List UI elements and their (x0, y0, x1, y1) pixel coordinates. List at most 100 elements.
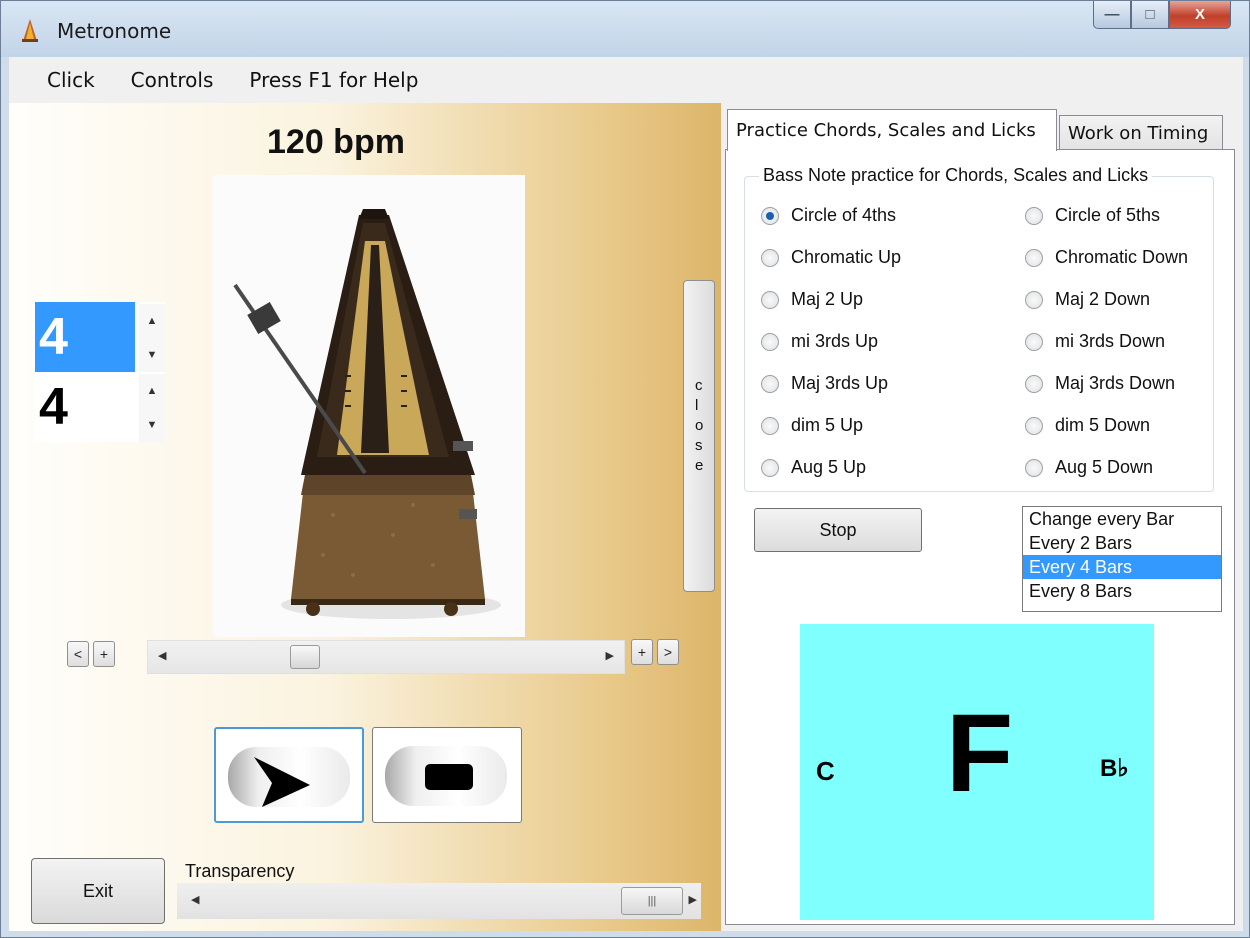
metronome-app-icon (22, 19, 38, 42)
stop-playback-button[interactable] (372, 727, 522, 823)
radio-label: Maj 3rds Up (791, 373, 889, 393)
current-chord: F (946, 692, 1014, 815)
bass-note-practice-group: Bass Note practice for Chords, Scales an… (744, 165, 1214, 492)
metronome-image (213, 175, 525, 637)
transparency-slider-thumb[interactable]: ||| (621, 887, 683, 915)
radio-label: mi 3rds Up (791, 331, 879, 351)
tempo-increase-button[interactable]: > (657, 639, 679, 665)
radio-label: Chromatic Up (791, 247, 902, 267)
tempo-fine-plus-right-button[interactable]: + (631, 639, 653, 665)
close-window-button[interactable]: X (1169, 1, 1231, 29)
radio-icon (761, 374, 779, 393)
radio-icon (1025, 332, 1043, 351)
tempo-decrease-button[interactable]: < (67, 641, 89, 667)
radio-circle-of-4ths[interactable]: Circle of 4ths (761, 205, 896, 226)
title-bar[interactable]: Metronome — □ X (1, 1, 1249, 57)
change-frequency-listbox[interactable]: Change every Bar Every 2 Bars Every 4 Ba… (1022, 506, 1222, 612)
radio-mi-3rds-up[interactable]: mi 3rds Up (761, 331, 878, 352)
radio-maj-3rds-down[interactable]: Maj 3rds Down (1025, 373, 1175, 394)
close-letter-o: o (695, 417, 704, 434)
radio-icon (1025, 290, 1043, 309)
practice-panel: Practice Chords, Scales and Licks Work o… (721, 103, 1243, 931)
menu-help[interactable]: Press F1 for Help (249, 68, 418, 92)
tab-work-on-timing[interactable]: Work on Timing (1059, 115, 1223, 151)
chord-display: C F B♭ (800, 624, 1154, 920)
radio-label: Aug 5 Up (791, 457, 867, 477)
unit-up-arrow-icon[interactable]: ▲ (139, 374, 165, 408)
minimize-button[interactable]: — (1093, 1, 1131, 29)
radio-icon (761, 290, 779, 309)
radio-icon (1025, 248, 1043, 267)
practice-stop-button[interactable]: Stop (754, 508, 922, 552)
radio-aug-5-up[interactable]: Aug 5 Up (761, 457, 866, 478)
radio-aug-5-down[interactable]: Aug 5 Down (1025, 457, 1153, 478)
beats-per-bar-value[interactable]: 4 (35, 302, 135, 372)
radio-chromatic-up[interactable]: Chromatic Up (761, 247, 901, 268)
radio-maj-2-up[interactable]: Maj 2 Up (761, 289, 863, 310)
window-title: Metronome (57, 19, 172, 43)
transparency-label: Transparency (185, 861, 295, 881)
tempo-slider[interactable]: ◀ ▶ (147, 640, 625, 674)
radio-label: dim 5 Down (1055, 415, 1151, 435)
transparency-right-arrow-icon[interactable]: ▶ (689, 893, 697, 906)
radio-selected-icon (761, 206, 779, 225)
transparency-slider[interactable]: ◀ ||| ▶ (177, 883, 701, 919)
radio-icon (761, 248, 779, 267)
menu-click[interactable]: Click (47, 68, 95, 92)
radio-maj-2-down[interactable]: Maj 2 Down (1025, 289, 1150, 310)
exit-button[interactable]: Exit (31, 858, 165, 924)
metronome-panel: 120 bpm 4 4 ▲ ▼ ▲ ▼ c l o s e < + ◀ ▶ + … (9, 103, 721, 931)
radio-icon (1025, 458, 1043, 477)
radio-icon (1025, 374, 1043, 393)
stop-icon (425, 764, 473, 790)
radio-dim-5-down[interactable]: dim 5 Down (1025, 415, 1150, 436)
transparency-left-arrow-icon[interactable]: ◀ (191, 893, 199, 906)
radio-dim-5-up[interactable]: dim 5 Up (761, 415, 863, 436)
radio-icon (761, 458, 779, 477)
scroll-right-arrow-icon[interactable]: ▶ (606, 649, 614, 662)
close-letter-l: l (695, 397, 699, 414)
radio-mi-3rds-down[interactable]: mi 3rds Down (1025, 331, 1165, 352)
list-item[interactable]: Change every Bar (1023, 507, 1221, 531)
metronome-window: Metronome — □ X Click Controls Press F1 … (0, 0, 1250, 938)
radio-icon (761, 416, 779, 435)
beats-up-arrow-icon[interactable]: ▲ (139, 304, 165, 338)
radio-label: Chromatic Down (1055, 247, 1189, 267)
tempo-slider-thumb[interactable] (290, 645, 320, 669)
radio-label: Circle of 4ths (791, 205, 897, 225)
radio-label: mi 3rds Down (1055, 331, 1166, 351)
close-letter-s: s (695, 437, 703, 454)
radio-icon (1025, 206, 1043, 225)
menu-bar: Click Controls Press F1 for Help (9, 57, 1243, 103)
list-item-selected[interactable]: Every 4 Bars (1023, 555, 1221, 579)
close-letter-c: c (695, 377, 703, 394)
scroll-left-arrow-icon[interactable]: ◀ (158, 649, 166, 662)
tab-content: Bass Note practice for Chords, Scales an… (725, 149, 1235, 925)
window-controls: — □ X (1093, 1, 1231, 31)
radio-icon (761, 332, 779, 351)
radio-circle-of-5ths[interactable]: Circle of 5ths (1025, 205, 1160, 226)
radio-maj-3rds-up[interactable]: Maj 3rds Up (761, 373, 888, 394)
tab-practice-chords[interactable]: Practice Chords, Scales and Licks (727, 109, 1057, 151)
unit-down-arrow-icon[interactable]: ▼ (139, 408, 165, 442)
play-icon (254, 757, 310, 807)
close-panel-button[interactable]: c l o s e (683, 280, 715, 592)
radio-label: Circle of 5ths (1055, 205, 1161, 225)
list-item[interactable]: Every 8 Bars (1023, 579, 1221, 603)
previous-chord: C (816, 756, 835, 786)
radio-label: dim 5 Up (791, 415, 864, 435)
maximize-button[interactable]: □ (1131, 1, 1169, 29)
radio-label: Maj 2 Up (791, 289, 864, 309)
bpm-display: 120 bpm (267, 123, 405, 161)
radio-icon (1025, 416, 1043, 435)
play-button[interactable] (214, 727, 364, 823)
beats-down-arrow-icon[interactable]: ▼ (139, 338, 165, 372)
close-letter-e: e (695, 457, 704, 474)
tempo-fine-plus-left-button[interactable]: + (93, 641, 115, 667)
beat-unit-value[interactable]: 4 (35, 372, 135, 442)
list-item[interactable]: Every 2 Bars (1023, 531, 1221, 555)
radio-label: Maj 3rds Down (1055, 373, 1176, 393)
radio-label: Maj 2 Down (1055, 289, 1151, 309)
menu-controls[interactable]: Controls (131, 68, 214, 92)
radio-chromatic-down[interactable]: Chromatic Down (1025, 247, 1188, 268)
